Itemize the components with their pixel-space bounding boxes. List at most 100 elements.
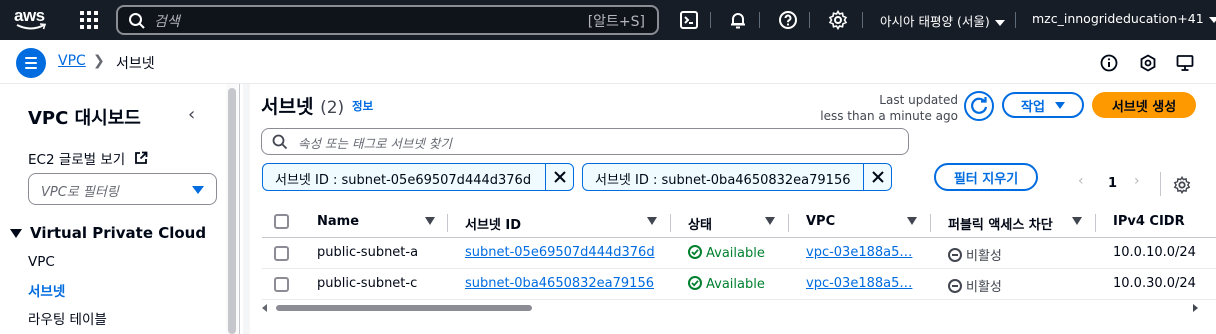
last-updated-value: less than a minute ago	[820, 109, 958, 123]
status-text: Available	[706, 246, 765, 261]
chevron-right-icon: ❯	[93, 53, 105, 69]
sidebar-item-route-tables[interactable]: 라우팅 테이블	[28, 308, 107, 328]
row-checkbox[interactable]	[274, 277, 289, 292]
success-icon	[688, 245, 702, 259]
sidebar-title[interactable]: VPC 대시보드	[28, 104, 141, 130]
aws-logo[interactable]: aws	[14, 7, 52, 33]
hexagon-icon[interactable]	[1139, 54, 1157, 72]
sidebar-scrollbar[interactable]	[228, 88, 236, 334]
cloudshell-icon[interactable]	[679, 10, 699, 30]
table-row[interactable]: public-subnet-a subnet-05e69507d444d376d…	[262, 238, 1216, 269]
filter-token-label: 서브넷 ID : subnet-0ba4650832ea79156	[595, 173, 851, 188]
search-icon	[129, 13, 145, 29]
column-header-vpc[interactable]: VPC	[806, 214, 835, 229]
sidebar-item-vpc[interactable]: VPC	[28, 254, 55, 270]
cell-subnet-id-link[interactable]: subnet-0ba4650832ea79156	[465, 276, 654, 291]
table-row[interactable]: public-subnet-c subnet-0ba4650832ea79156…	[262, 269, 1216, 300]
cell-vpc-link[interactable]: vpc-03e188a5…	[806, 276, 912, 291]
sidebar-collapse-icon[interactable]: ‹	[188, 104, 195, 125]
cell-name: public-subnet-a	[317, 245, 419, 260]
vpc-filter-select[interactable]: VPC로 필터링	[28, 173, 217, 205]
actions-dropdown-button[interactable]: 작업	[1002, 92, 1084, 118]
cell-ipv4-cidr: 10.0.30.0/24	[1113, 276, 1196, 291]
column-header-public-access-block[interactable]: 퍼블릭 액세스 차단	[948, 214, 1053, 233]
sort-icon[interactable]	[425, 217, 435, 225]
pagination-next-button[interactable]: ›	[1134, 173, 1140, 189]
gear-icon[interactable]	[1173, 176, 1191, 194]
column-header-status[interactable]: 상태	[688, 214, 712, 233]
last-updated-label: Last updated	[879, 93, 958, 107]
pagination-divider	[1160, 172, 1161, 196]
sidebar-ec2-global-view-link[interactable]: EC2 글로벌 보기	[28, 148, 148, 168]
scroll-right-arrow[interactable]	[1193, 304, 1198, 312]
column-header-ipv4-cidr[interactable]: IPv4 CIDR	[1113, 214, 1185, 229]
disabled-icon	[948, 248, 962, 262]
column-divider[interactable]	[670, 214, 671, 232]
subnet-search-input[interactable]: 속성 또는 태그로 서브넷 찾기	[261, 128, 909, 155]
clear-filters-button[interactable]: 필터 지우기	[934, 163, 1038, 191]
monitor-icon[interactable]	[1176, 54, 1194, 72]
table-horizontal-scrollbar[interactable]	[262, 302, 1198, 314]
filter-token[interactable]: 서브넷 ID : subnet-05e69507d444d376d	[262, 163, 574, 191]
chevron-down-icon	[1208, 16, 1216, 23]
cell-public-access-block: 비활성	[948, 245, 1002, 264]
scroll-left-arrow[interactable]	[262, 304, 267, 312]
remove-filter-button[interactable]	[863, 164, 891, 190]
close-icon	[871, 171, 884, 183]
row-checkbox[interactable]	[274, 246, 289, 261]
search-shortcut: [알트+S]	[587, 14, 645, 30]
breadcrumb-current: 서브넷	[116, 56, 155, 72]
column-divider[interactable]	[930, 214, 931, 232]
topbar-divider	[862, 12, 863, 28]
subnet-count: (2)	[320, 98, 345, 118]
cell-vpc-link[interactable]: vpc-03e188a5…	[806, 245, 912, 260]
sort-icon[interactable]	[907, 217, 917, 225]
search-placeholder: 검색	[154, 14, 180, 30]
region-label: 아시아 태평양 (서울)	[880, 14, 990, 29]
column-header-subnet-id[interactable]: 서브넷 ID	[465, 214, 521, 233]
caret-down-icon	[1054, 101, 1065, 109]
filter-token[interactable]: 서브넷 ID : subnet-0ba4650832ea79156	[582, 163, 892, 191]
account-label: mzc_innogrideducation+41	[1032, 11, 1204, 26]
gear-icon[interactable]	[828, 10, 848, 30]
info-icon[interactable]	[1100, 54, 1118, 72]
success-icon	[688, 276, 702, 290]
hamburger-menu-icon[interactable]	[16, 48, 46, 78]
region-selector[interactable]: 아시아 태평양 (서울)	[880, 11, 1005, 30]
breadcrumb-bar: VPC ❯ 서브넷	[0, 40, 1216, 84]
sidebar-item-subnets[interactable]: 서브넷	[28, 280, 65, 300]
global-search-input[interactable]: 검색 [알트+S]	[116, 5, 659, 35]
topbar-divider	[759, 12, 760, 28]
refresh-button[interactable]	[964, 91, 994, 121]
pagination-prev-button[interactable]: ‹	[1078, 173, 1084, 189]
top-navigation-bar: aws 검색 [알트+S] 아시아 태평양 (서울) mzc_innogride…	[0, 0, 1216, 40]
sort-icon[interactable]	[1072, 217, 1082, 225]
column-divider[interactable]	[447, 214, 448, 232]
info-link[interactable]: 정보	[352, 98, 373, 114]
bell-icon[interactable]	[728, 10, 748, 30]
pagination-current-page[interactable]: 1	[1108, 176, 1117, 191]
side-navigation: VPC 대시보드 ‹ EC2 글로벌 보기 VPC로 필터링 Virtual P…	[0, 84, 240, 334]
column-divider[interactable]	[788, 214, 789, 232]
breadcrumb-vpc-link[interactable]: VPC	[58, 53, 86, 69]
sort-icon[interactable]	[647, 217, 657, 225]
cell-subnet-id-link[interactable]: subnet-05e69507d444d376d	[465, 245, 655, 260]
topbar-divider	[809, 12, 810, 28]
grid-icon[interactable]	[80, 11, 98, 29]
scrollbar-thumb[interactable]	[276, 305, 532, 311]
column-header-name[interactable]: Name	[317, 214, 359, 229]
aws-smile-icon	[16, 23, 46, 30]
create-subnet-button[interactable]: 서브넷 생성	[1092, 92, 1196, 118]
page-title-text: 서브넷	[261, 96, 314, 118]
ec2-link-label: EC2 글로벌 보기	[28, 152, 126, 168]
close-icon	[553, 171, 566, 183]
caret-down-icon	[10, 229, 22, 238]
help-icon[interactable]	[778, 10, 798, 30]
remove-filter-button[interactable]	[545, 164, 573, 190]
account-menu[interactable]: mzc_innogrideducation+41	[1032, 11, 1216, 26]
sidebar-section-vpc[interactable]: Virtual Private Cloud	[10, 224, 206, 242]
sort-icon[interactable]	[765, 217, 775, 225]
select-all-checkbox[interactable]	[274, 214, 289, 229]
column-divider[interactable]	[1095, 214, 1096, 232]
last-updated: Last updated less than a minute ago	[820, 92, 958, 124]
